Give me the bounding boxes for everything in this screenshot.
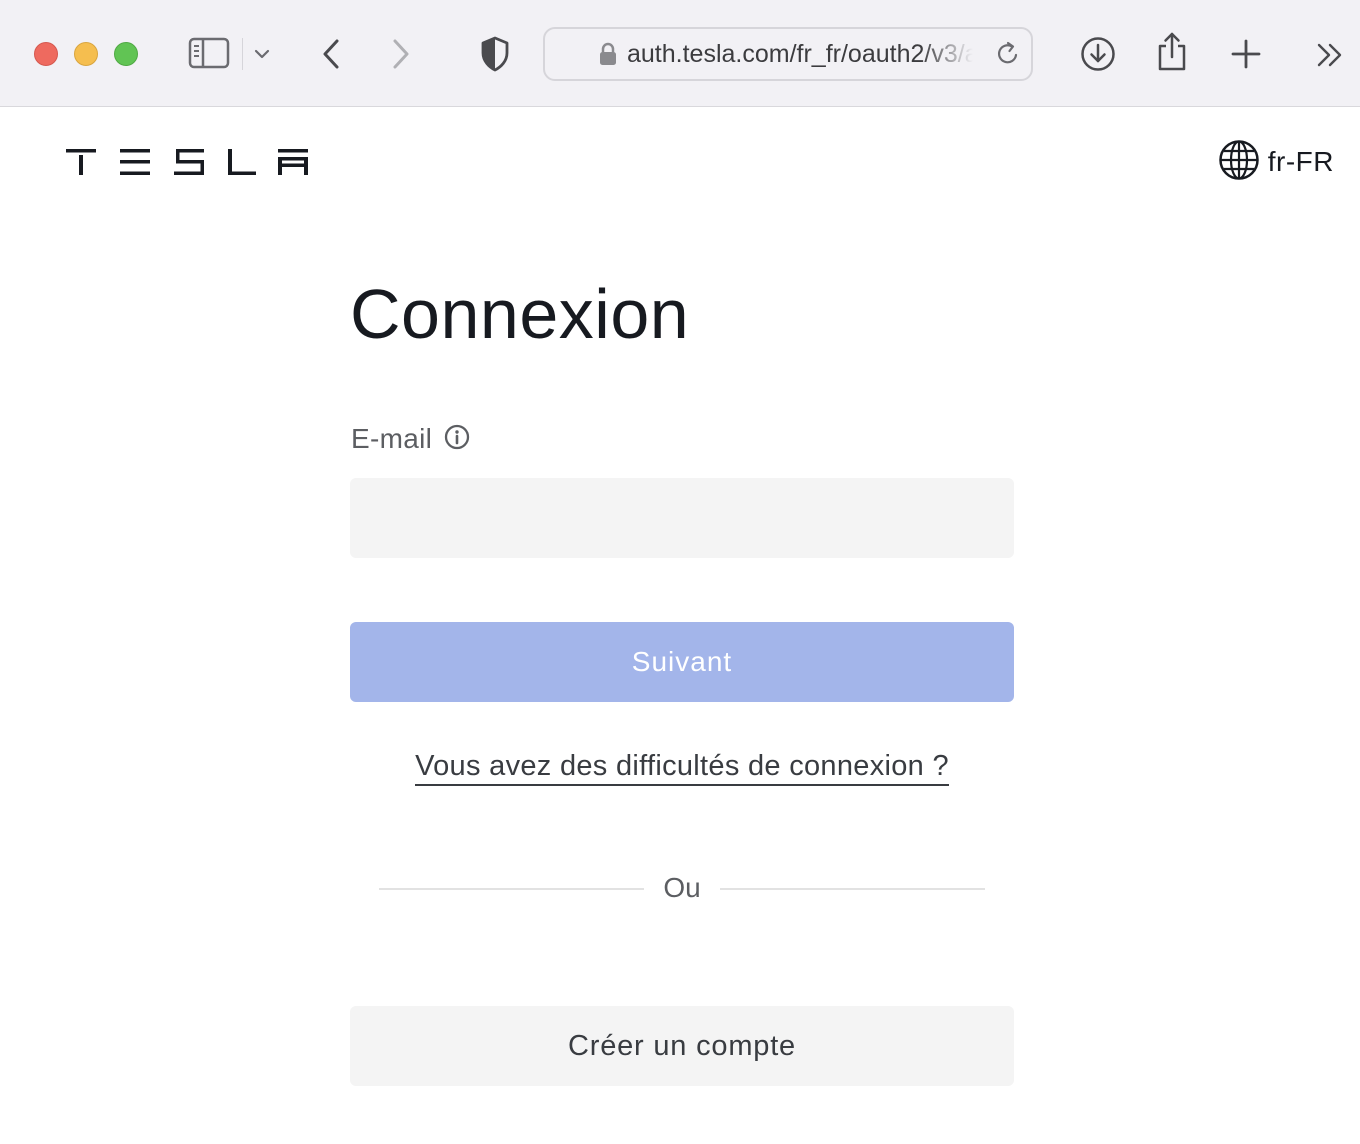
- zoom-window-button[interactable]: [114, 42, 138, 66]
- address-bar[interactable]: auth.tesla.com/fr_fr/oauth2/v3/authorize: [543, 27, 1033, 81]
- or-separator: Ou: [663, 872, 701, 903]
- sidebar-icon[interactable]: [188, 36, 230, 70]
- lock-icon: [597, 41, 619, 67]
- language-label: fr-FR: [1267, 146, 1334, 177]
- reload-icon[interactable]: [995, 41, 1021, 67]
- toolbar-separator: [242, 38, 243, 70]
- back-icon[interactable]: [316, 36, 346, 72]
- divider-left: [379, 888, 644, 890]
- email-field[interactable]: [350, 478, 1014, 558]
- url-text[interactable]: auth.tesla.com/fr_fr/oauth2/v3/authorize: [627, 40, 973, 69]
- browser-toolbar: auth.tesla.com/fr_fr/oauth2/v3/authorize: [0, 0, 1360, 107]
- forward-icon[interactable]: [386, 36, 416, 72]
- share-icon[interactable]: [1154, 30, 1190, 74]
- sign-in-help-link[interactable]: Vous avez des difficultés de connexion ?: [415, 750, 949, 786]
- tesla-logo[interactable]: [66, 149, 308, 175]
- download-icon[interactable]: [1078, 34, 1118, 74]
- divider-right: [720, 888, 985, 890]
- minimize-window-button[interactable]: [74, 42, 98, 66]
- help-link-row: Vous avez des difficultés de connexion ?: [350, 750, 1014, 786]
- chevron-down-icon[interactable]: [252, 44, 272, 64]
- email-label: E-mail: [351, 423, 433, 454]
- language-selector[interactable]: fr-FR: [1218, 139, 1334, 186]
- shield-icon[interactable]: [478, 35, 512, 73]
- page-title: Connexion: [350, 275, 690, 353]
- email-label-row: E-mail: [351, 423, 470, 455]
- close-window-button[interactable]: [34, 42, 58, 66]
- next-button[interactable]: Suivant: [350, 622, 1014, 702]
- info-icon[interactable]: [444, 424, 470, 455]
- double-chevron-icon[interactable]: [1314, 40, 1346, 70]
- globe-icon: [1218, 139, 1260, 186]
- plus-icon[interactable]: [1228, 36, 1264, 72]
- create-account-button[interactable]: Créer un compte: [350, 1006, 1014, 1086]
